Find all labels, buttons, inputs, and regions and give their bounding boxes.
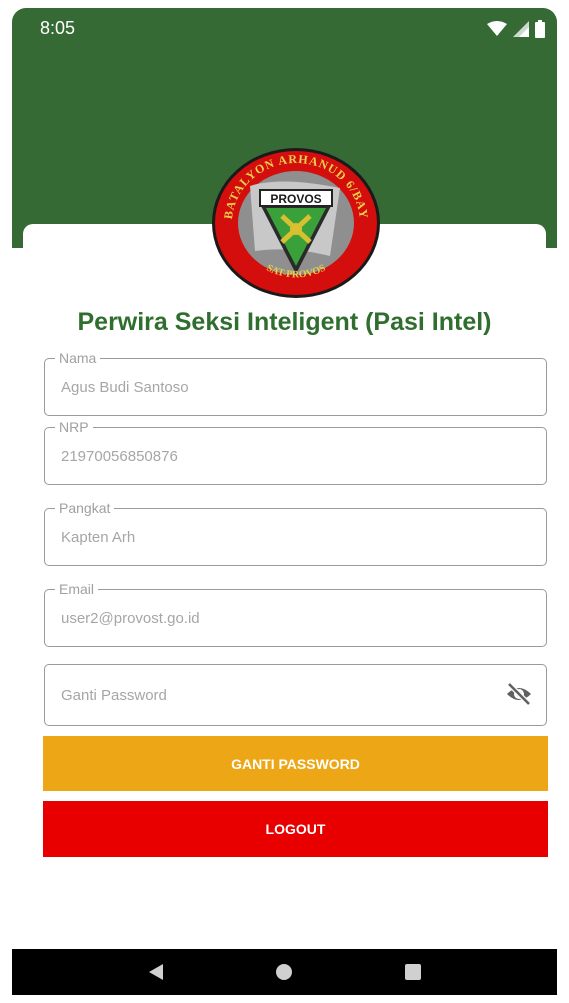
status-icons <box>487 20 545 38</box>
wifi-icon <box>487 21 507 36</box>
nama-field[interactable]: Nama Agus Budi Santoso <box>44 350 547 416</box>
recents-icon[interactable] <box>404 963 422 981</box>
logout-button[interactable]: LOGOUT <box>43 801 548 857</box>
battalion-logo: PROVOS BATALYON ARHANUD 6/BAY SAT-PROVOS <box>212 148 380 298</box>
signal-icon <box>513 21 529 37</box>
back-icon[interactable] <box>147 963 165 981</box>
status-time: 8:05 <box>40 18 76 38</box>
email-value: user2@provost.go.id <box>61 610 200 627</box>
change-password-button[interactable]: GANTI PASSWORD <box>43 736 548 791</box>
email-label: Email <box>55 581 99 597</box>
pangkat-label: Pangkat <box>55 500 115 516</box>
status-bar: 8:05 <box>12 8 557 48</box>
nama-value: Agus Budi Santoso <box>61 379 189 396</box>
app-screen: 8:05 PROVOS BATALYON ARHANUD 6/BAY SAT-P… <box>12 8 557 995</box>
nrp-field[interactable]: NRP 21970056850876 <box>44 419 547 485</box>
page-title: Perwira Seksi Inteligent (Pasi Intel) <box>77 308 492 336</box>
password-placeholder: Ganti Password <box>61 687 167 704</box>
battery-icon <box>535 20 545 38</box>
visibility-off-icon[interactable] <box>506 682 532 706</box>
password-field[interactable]: Ganti Password <box>44 664 547 726</box>
nama-label: Nama <box>55 350 101 366</box>
home-icon[interactable] <box>275 963 293 981</box>
nrp-label: NRP <box>55 419 93 435</box>
logo-banner-text: PROVOS <box>270 192 321 206</box>
pangkat-value: Kapten Arh <box>61 529 136 546</box>
system-navigation-bar <box>12 949 557 995</box>
nrp-value: 21970056850876 <box>61 448 178 465</box>
pangkat-field[interactable]: Pangkat Kapten Arh <box>44 500 547 566</box>
email-field[interactable]: Email user2@provost.go.id <box>44 581 547 647</box>
